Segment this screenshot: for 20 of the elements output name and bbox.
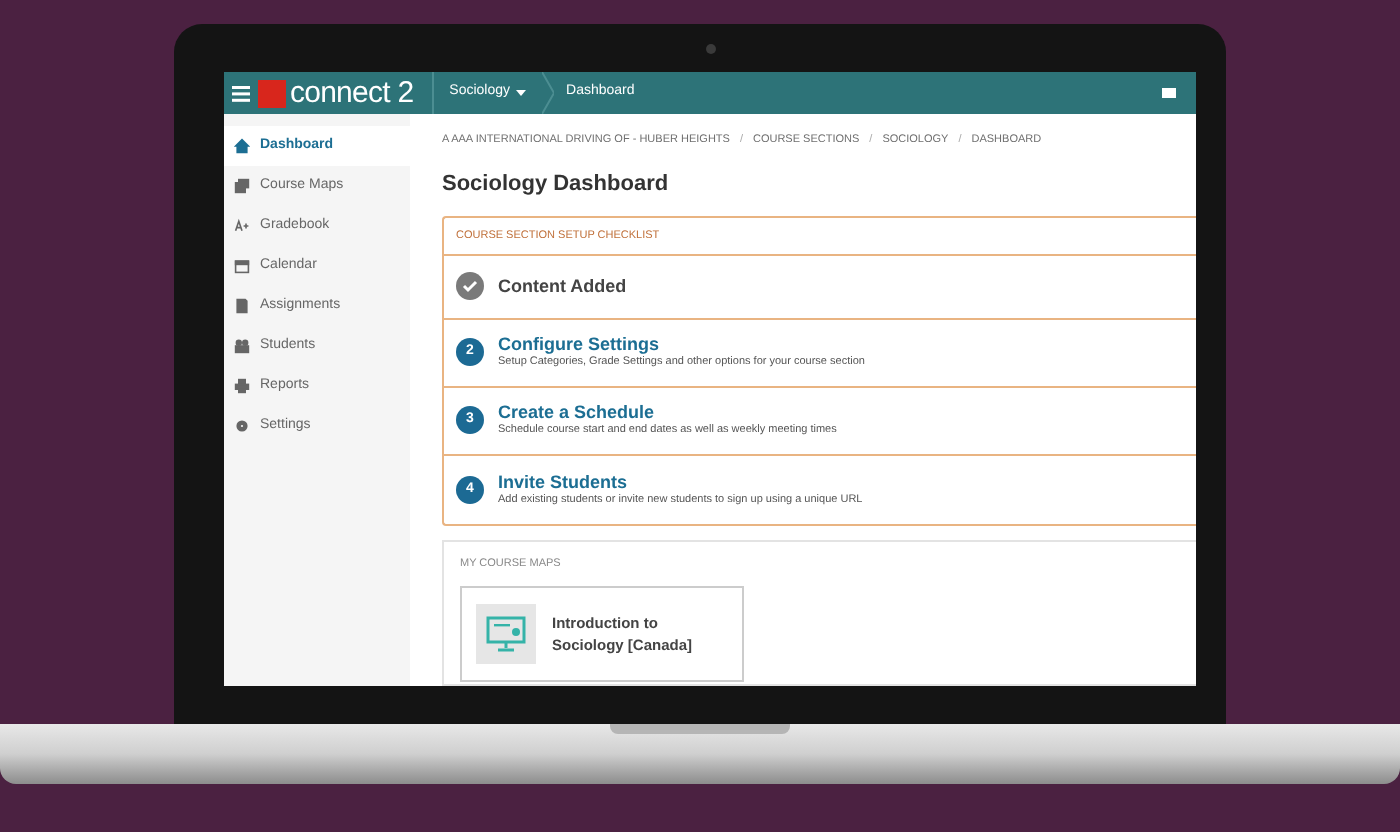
camera-icon [705, 43, 715, 53]
people-icon [234, 338, 250, 354]
brand-name: connect 2 [290, 78, 414, 108]
step-link[interactable]: Create a Schedule [498, 404, 837, 422]
step-link[interactable]: Configure Settings [498, 336, 865, 354]
check-icon [456, 272, 484, 301]
caret-icon [516, 90, 527, 96]
document-icon [234, 298, 250, 314]
calendar-icon [234, 258, 250, 274]
page-title: Sociology Dashboard [442, 170, 671, 201]
logo-icon [258, 79, 286, 107]
chevron-icon [542, 72, 555, 114]
monitor-icon [476, 604, 536, 664]
step-title: Content Added [498, 273, 627, 299]
grade-icon [234, 218, 250, 234]
settings-icon [234, 418, 250, 434]
step-link[interactable]: Invite Students [498, 473, 863, 491]
home-icon [234, 138, 250, 154]
stack-icon [234, 178, 250, 194]
menu-icon[interactable] [232, 85, 250, 101]
